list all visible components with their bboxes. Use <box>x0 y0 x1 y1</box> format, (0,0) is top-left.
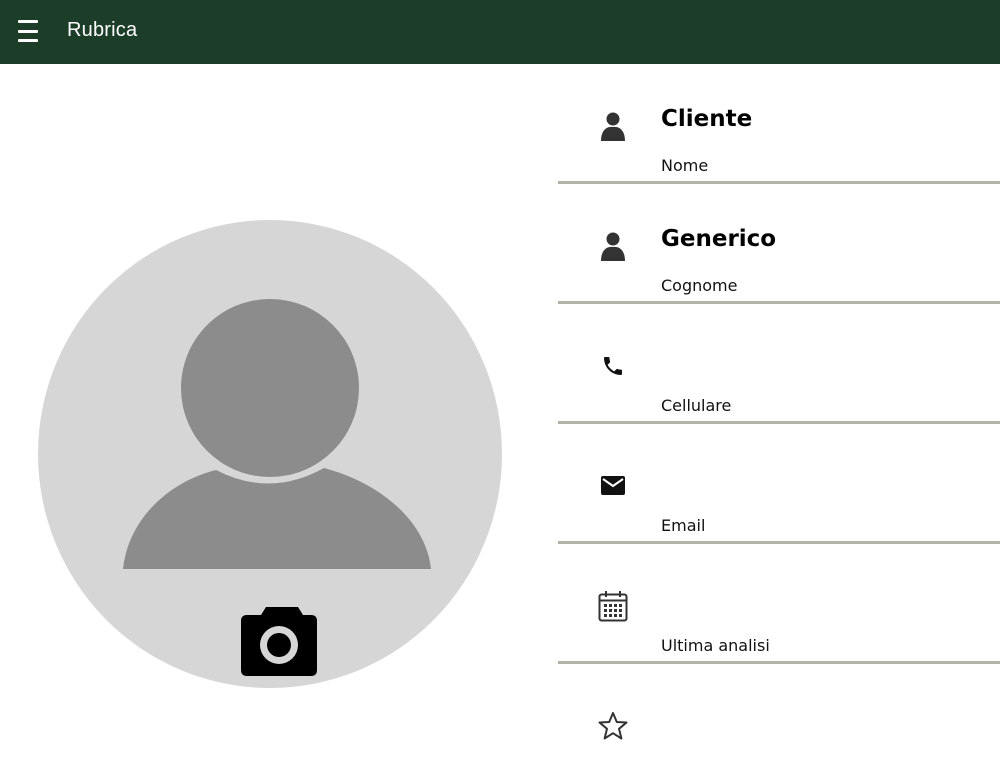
person-icon <box>598 109 628 143</box>
menu-line <box>18 39 38 42</box>
ultima-analisi-field[interactable]: Ultima analisi <box>558 544 1000 664</box>
page-title: Rubrica <box>67 19 138 41</box>
email-icon <box>598 469 628 503</box>
camera-icon[interactable] <box>38 220 502 688</box>
cellulare-label: Cellulare <box>661 396 732 415</box>
email-field[interactable]: Email <box>558 424 1000 544</box>
person-icon <box>598 229 628 263</box>
contact-avatar[interactable] <box>38 220 502 688</box>
app-toolbar: Rubrica <box>0 0 1000 64</box>
cognome-value: Generico <box>661 226 777 252</box>
nome-value: Cliente <box>661 106 753 132</box>
hamburger-menu-icon[interactable] <box>18 20 38 42</box>
star-outline-icon[interactable] <box>598 709 628 743</box>
calendar-icon <box>598 589 628 623</box>
email-label: Email <box>661 516 706 535</box>
contact-fields: Cliente Nome Generico Cognome Cellulare … <box>558 64 1000 750</box>
menu-line <box>18 29 38 33</box>
nome-label: Nome <box>661 156 709 175</box>
ultima-analisi-label: Ultima analisi <box>661 636 770 655</box>
cellulare-field[interactable]: Cellulare <box>558 304 1000 424</box>
cognome-field[interactable]: Generico Cognome <box>558 184 1000 304</box>
nome-field[interactable]: Cliente Nome <box>558 64 1000 184</box>
phone-icon <box>598 349 628 383</box>
cognome-label: Cognome <box>661 276 738 295</box>
favorite-field[interactable] <box>558 664 1000 784</box>
menu-line <box>18 20 38 23</box>
